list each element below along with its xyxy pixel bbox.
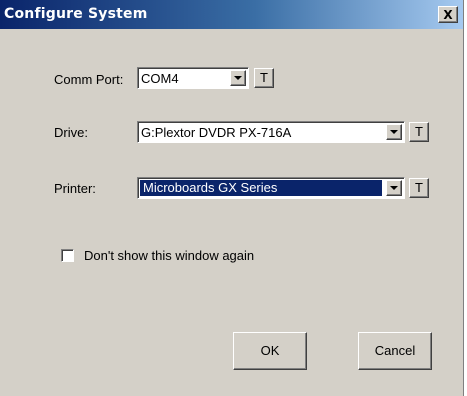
- drive-t-button[interactable]: T: [409, 122, 429, 142]
- comm-port-label: Comm Port:: [54, 72, 124, 87]
- title-bar[interactable]: Configure System X: [0, 0, 463, 29]
- chevron-down-icon[interactable]: [386, 180, 402, 196]
- chevron-down-icon[interactable]: [230, 70, 246, 86]
- close-button[interactable]: X: [438, 6, 458, 23]
- dont-show-label[interactable]: Don't show this window again: [84, 248, 254, 263]
- comm-port-combobox[interactable]: COM4: [137, 67, 249, 89]
- drive-combobox[interactable]: G:Plextor DVDR PX-716A: [137, 121, 405, 143]
- printer-t-button[interactable]: T: [409, 178, 429, 198]
- configure-system-dialog: Configure System X Comm Port: COM4 T Dri…: [0, 0, 464, 396]
- drive-value: G:Plextor DVDR PX-716A: [141, 125, 292, 140]
- printer-value: Microboards GX Series: [140, 180, 382, 196]
- chevron-down-icon[interactable]: [386, 124, 402, 140]
- ok-button[interactable]: OK: [233, 332, 307, 370]
- printer-combobox[interactable]: Microboards GX Series: [137, 177, 405, 199]
- cancel-button[interactable]: Cancel: [358, 332, 432, 370]
- window-title: Configure System: [4, 6, 148, 22]
- close-icon: X: [443, 7, 453, 22]
- dont-show-checkbox[interactable]: [61, 249, 74, 262]
- comm-port-value: COM4: [141, 71, 179, 86]
- drive-label: Drive:: [54, 125, 88, 140]
- comm-port-t-button[interactable]: T: [254, 68, 274, 88]
- printer-label: Printer:: [54, 181, 96, 196]
